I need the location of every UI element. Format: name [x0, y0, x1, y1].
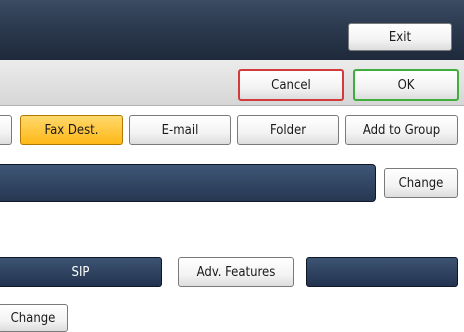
change-destination-button[interactable]: Change: [384, 168, 458, 198]
sip-button[interactable]: SIP: [0, 257, 162, 287]
tab-folder[interactable]: Folder: [237, 115, 339, 145]
cancel-button[interactable]: Cancel: [238, 69, 344, 101]
tab-email[interactable]: E-mail: [129, 115, 231, 145]
ok-button[interactable]: OK: [353, 69, 459, 101]
tab-previous[interactable]: [0, 115, 12, 145]
tab-fax-dest[interactable]: Fax Dest.: [20, 115, 123, 145]
blank-option-button[interactable]: [306, 257, 458, 287]
destination-field[interactable]: [0, 164, 376, 202]
adv-features-button[interactable]: Adv. Features: [178, 257, 294, 287]
exit-button[interactable]: Exit: [348, 23, 452, 51]
tab-add-to-group[interactable]: Add to Group: [345, 115, 458, 145]
change-button[interactable]: Change: [0, 304, 68, 332]
